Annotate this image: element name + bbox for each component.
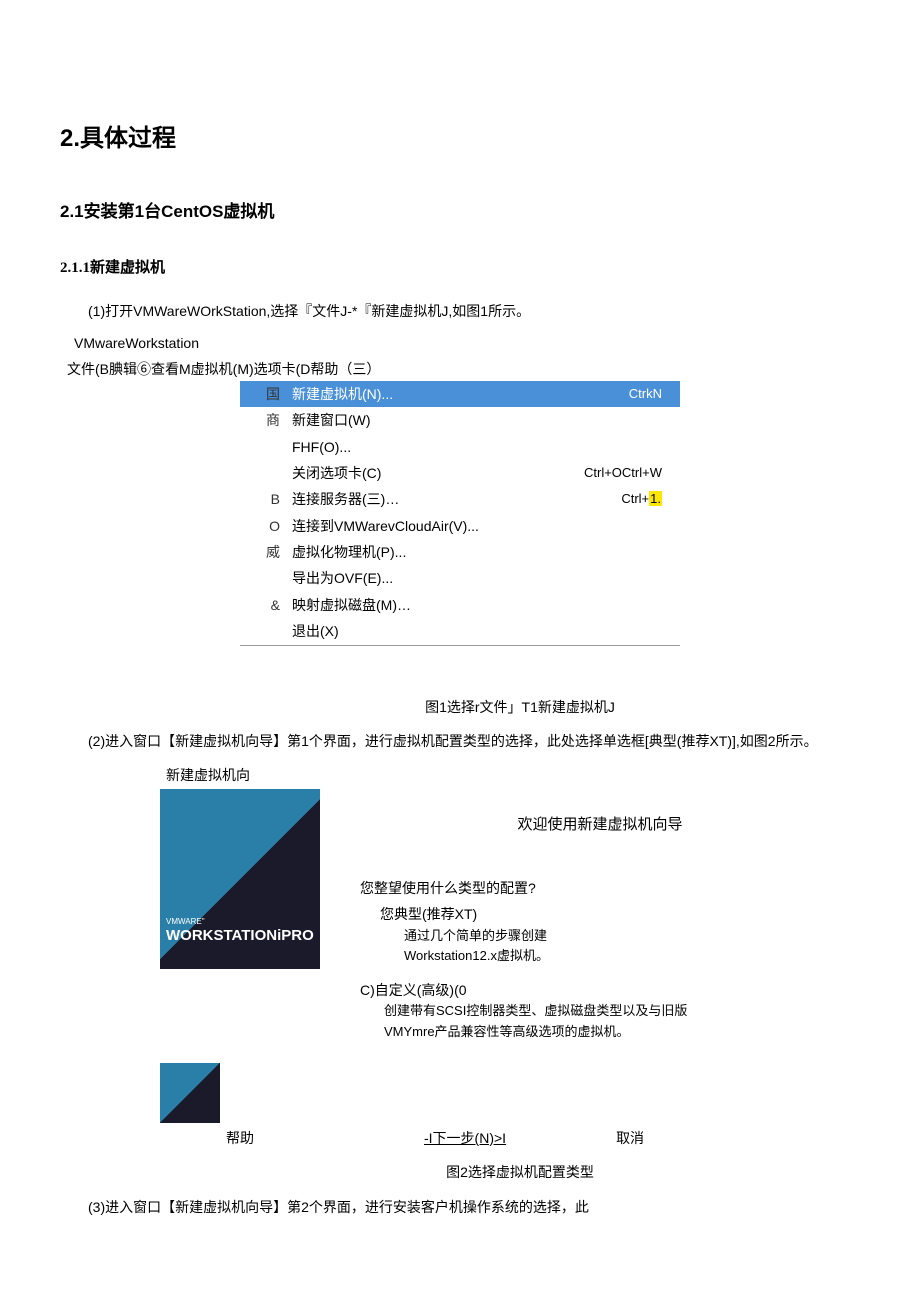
wizard-content: 欢迎使用新建虚拟机向导 您整望使用什么类型的配置? 您典型(推荐XT) 通过几个…: [320, 789, 840, 969]
figure-1-caption: 图1选择r文件」T1新建虚拟机J: [60, 696, 920, 718]
menu-bar: 文件(B腆辑⑥查看M虚拟机(M)选项卡(D帮助（三）: [60, 358, 920, 380]
menu-icon-placeholder: 商: [240, 409, 288, 431]
menu-item-exit[interactable]: 退出(X): [240, 618, 680, 644]
menu-shortcut: Ctrl+OCtrl+W: [584, 463, 680, 484]
menu-item-connect-server[interactable]: B 连接服务器(三)… Ctrl+1.: [240, 486, 680, 512]
menu-shortcut: Ctrl+1.: [621, 489, 680, 510]
wizard-image-big-text: WORKSTATIONiPRO: [160, 928, 320, 969]
menu-item-export-ovf[interactable]: 导出为OVF(E)...: [240, 565, 680, 591]
option-desc: VMYmre产品兼容性等高级选项的虚拟机。: [384, 1022, 840, 1043]
menu-label: 映射虚拟磁盘(M)…: [288, 594, 662, 616]
menu-icon-placeholder: O: [240, 515, 288, 537]
menu-icon-placeholder: B: [240, 488, 288, 510]
menu-label: 新建窗口(W): [288, 409, 662, 431]
menu-icon-placeholder: &: [240, 594, 288, 616]
wizard-welcome: 欢迎使用新建虚拟机向导: [360, 813, 840, 837]
menu-item-fhf[interactable]: FHF(O)...: [240, 434, 680, 460]
wizard-buttons: 帮助 -I下一步(N)>I 取消: [160, 1127, 840, 1149]
menu-label: 虚拟化物理机(P)...: [288, 541, 662, 563]
step-1: (1)打开VMWareWOrkStation,选择『文件J-*『新建虚拟机J,如…: [60, 300, 920, 322]
heading-1: 2.具体过程: [60, 120, 920, 158]
menu-item-map-disk[interactable]: & 映射虚拟磁盘(M)…: [240, 592, 680, 618]
heading-3: 2.1.1新建虚拟机: [60, 256, 920, 280]
file-menu-dropdown: 国 新建虚拟机(N)... CtrkN 商 新建窗口(W) FHF(O)... …: [240, 381, 680, 646]
option-desc: 创建带有SCSI控制器类型、虚拟磁盘类型以及与旧版: [384, 1001, 840, 1022]
option-title: C)自定义(高级)(0: [360, 979, 840, 1001]
menu-item-new-vm[interactable]: 国 新建虚拟机(N)... CtrkN: [240, 381, 680, 407]
menu-icon-placeholder: 国: [240, 383, 288, 405]
wizard-image: VMWARE" WORKSTATIONiPRO: [160, 789, 320, 969]
help-button[interactable]: 帮助: [226, 1127, 254, 1149]
menu-label: 导出为OVF(E)...: [288, 567, 662, 589]
step-2: (2)进入窗口【新建虚拟机向导】第1个界面，进行虚拟机配置类型的选择，此处选择单…: [60, 730, 920, 752]
menu-item-close-tab[interactable]: 关闭选项卡(C) Ctrl+OCtrl+W: [240, 460, 680, 486]
option-title: 您典型(推荐XT): [380, 903, 840, 925]
next-button[interactable]: -I下一步(N)>I: [424, 1127, 506, 1149]
cancel-button[interactable]: 取消: [616, 1127, 644, 1149]
wizard-title: 新建虚拟机向: [160, 762, 840, 788]
menu-label: 连接到VMWarevCloudAir(V)...: [288, 515, 662, 537]
menu-item-virtualize[interactable]: 威 虚拟化物理机(P)...: [240, 539, 680, 565]
figure-2-caption: 图2选择虚拟机配置类型: [60, 1161, 920, 1183]
menu-label: 关闭选项卡(C): [288, 462, 584, 484]
wizard-thumbnail-icon: [160, 1063, 220, 1123]
option-desc: 通过几个简单的步骤创建: [404, 926, 840, 947]
menu-item-new-window[interactable]: 商 新建窗口(W): [240, 407, 680, 433]
app-title: VMwareWorkstation: [60, 332, 920, 354]
option-desc: Workstation12.x虚拟机。: [404, 946, 840, 967]
menu-label: 连接服务器(三)…: [288, 488, 621, 510]
wizard-option-custom[interactable]: C)自定义(高级)(0 创建带有SCSI控制器类型、虚拟磁盘类型以及与旧版 VM…: [360, 979, 840, 1043]
wizard-question: 您整望使用什么类型的配置?: [360, 877, 840, 899]
heading-2: 2.1安装第1台CentOS虚拟机: [60, 198, 920, 225]
menu-item-connect-cloud[interactable]: O 连接到VMWarevCloudAir(V)...: [240, 513, 680, 539]
wizard-dialog: 新建虚拟机向 VMWARE" WORKSTATIONiPRO 欢迎使用新建虚拟机…: [160, 762, 840, 1149]
menu-icon-placeholder: 威: [240, 541, 288, 563]
menu-shortcut: CtrkN: [629, 384, 680, 405]
menu-label: 新建虚拟机(N)...: [288, 383, 629, 405]
menu-label: FHF(O)...: [288, 436, 662, 458]
wizard-option-typical[interactable]: 您典型(推荐XT) 通过几个简单的步骤创建 Workstation12.x虚拟机…: [380, 903, 840, 967]
step-3: (3)进入窗口【新建虚拟机向导】第2个界面，进行安装客户机操作系统的选择，此: [60, 1196, 920, 1218]
menu-label: 退出(X): [288, 620, 662, 642]
